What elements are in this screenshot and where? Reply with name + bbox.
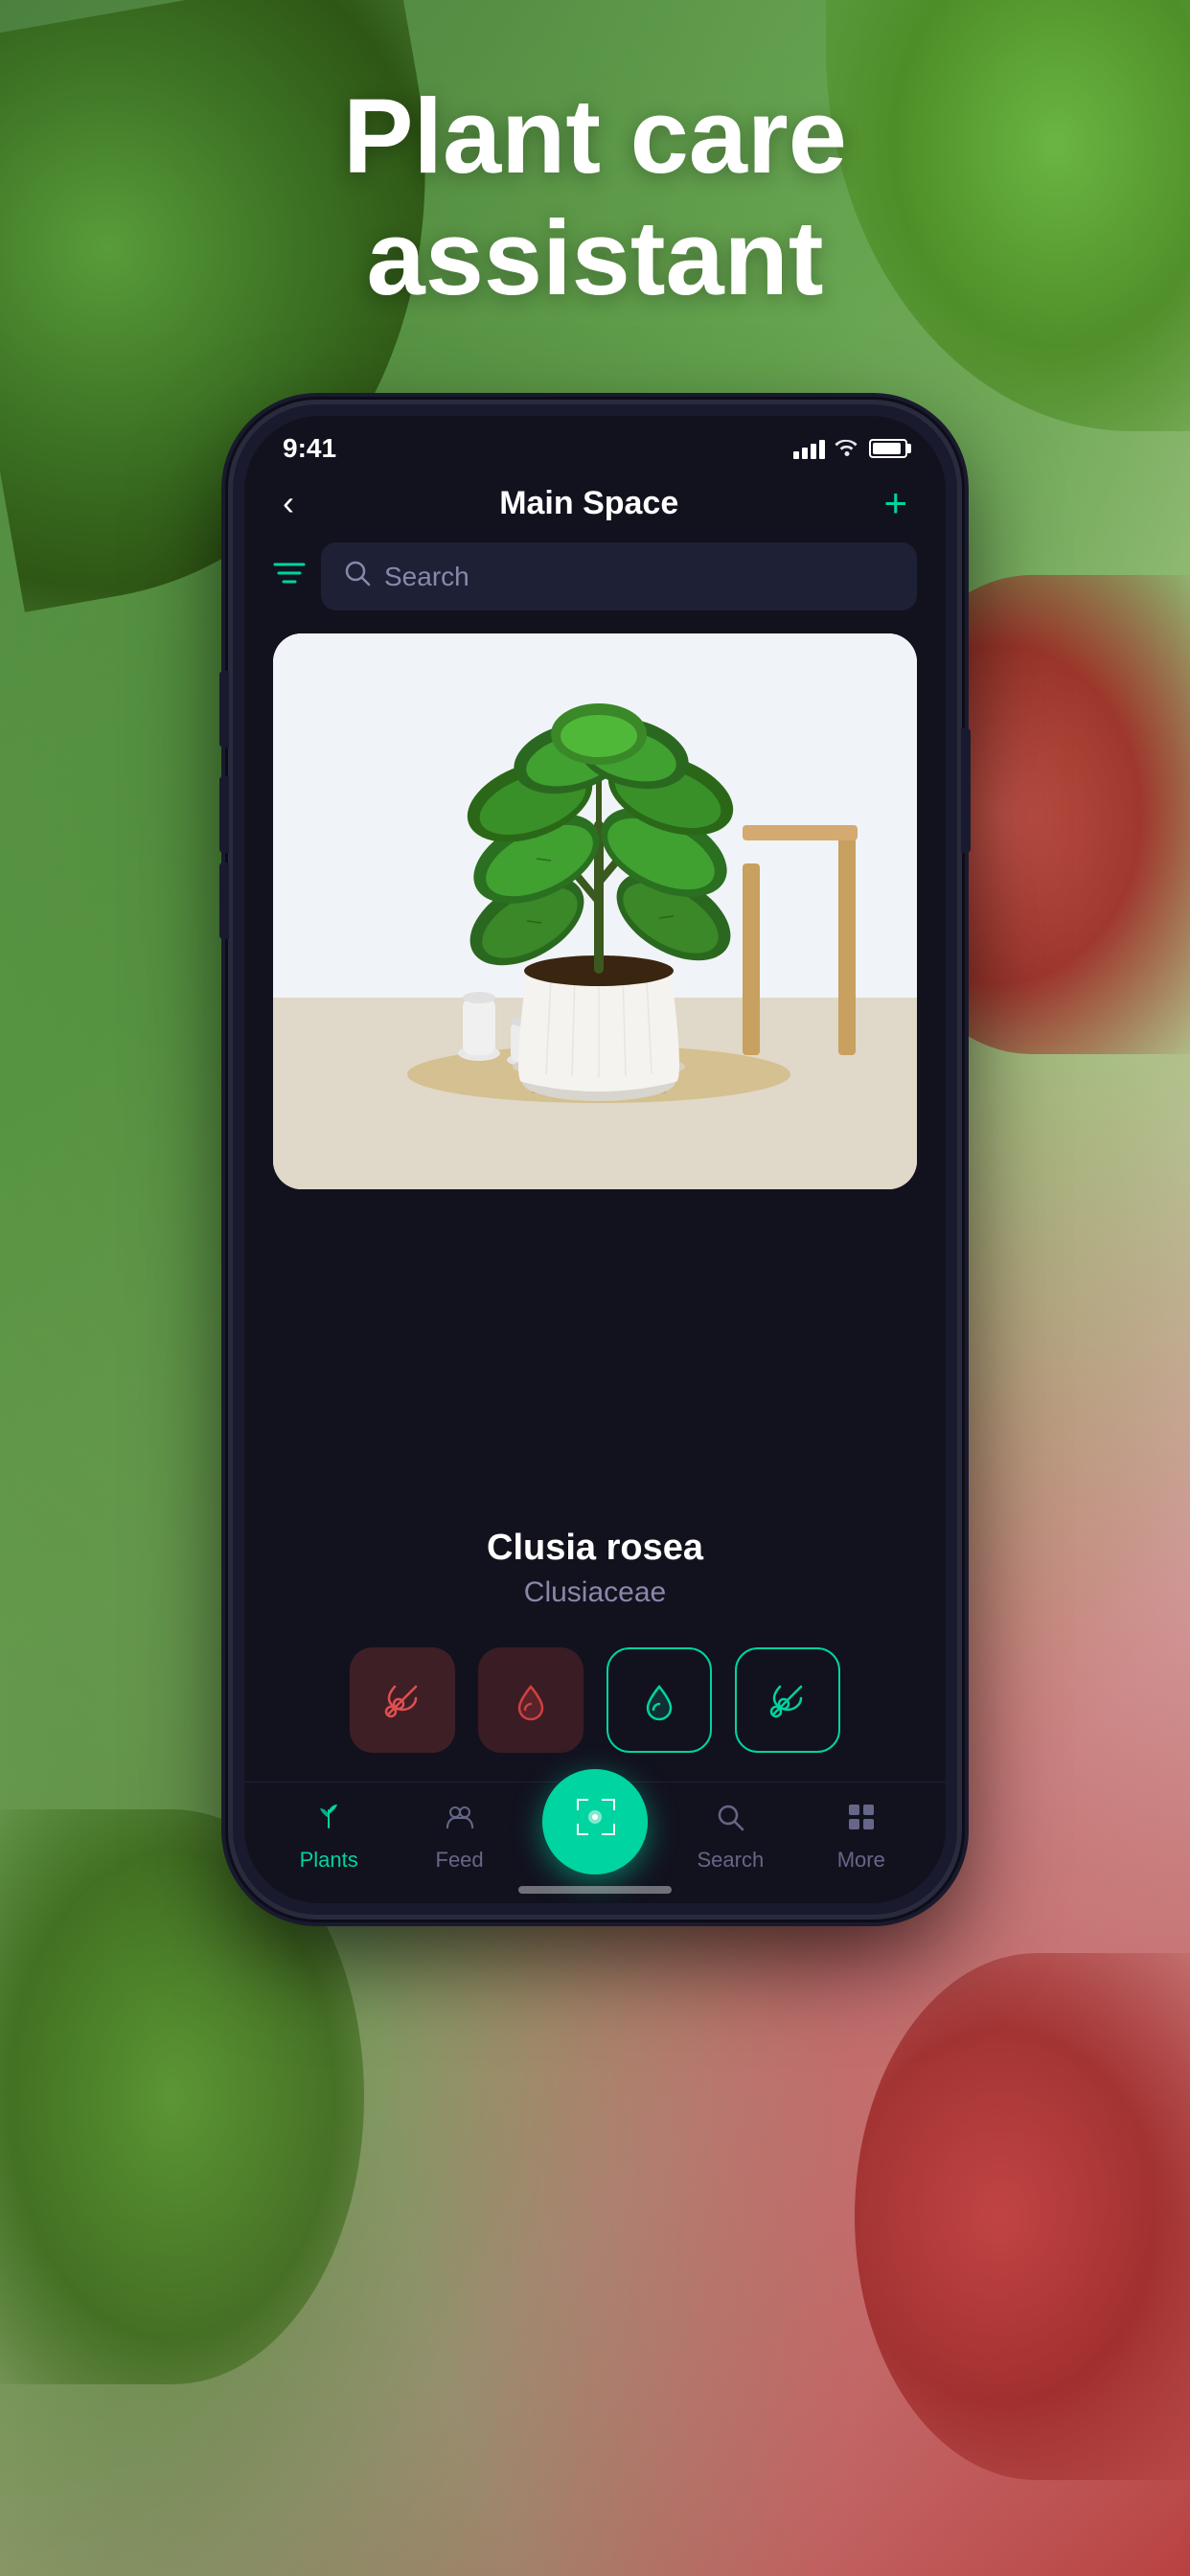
tab-feed[interactable]: Feed: [412, 1801, 508, 1873]
nav-title: Main Space: [499, 485, 678, 522]
search-bar[interactable]: Search: [321, 542, 917, 610]
search-bar-icon: [344, 560, 371, 593]
notch: [490, 416, 700, 456]
tab-plants[interactable]: Plants: [281, 1801, 377, 1873]
search-placeholder: Search: [384, 562, 469, 592]
phone-screen: 9:41: [244, 416, 946, 1903]
add-button[interactable]: +: [883, 483, 907, 523]
signal-icon: [793, 438, 825, 459]
plant-image-card[interactable]: [273, 633, 917, 1189]
back-button[interactable]: ‹: [283, 483, 294, 523]
home-indicator: [518, 1886, 672, 1894]
water-button[interactable]: [478, 1647, 584, 1753]
tab-more[interactable]: More: [813, 1801, 909, 1873]
search-container: Search: [244, 542, 946, 633]
search-tab-icon: [714, 1801, 746, 1842]
fertilize-button[interactable]: [606, 1647, 712, 1753]
tab-bar: Plants Feed: [244, 1782, 946, 1903]
plant-scene-svg: [273, 633, 917, 1189]
status-time: 9:41: [283, 433, 336, 464]
nav-header: ‹ Main Space +: [244, 473, 946, 542]
scan-icon: [571, 1793, 619, 1852]
status-icons: [793, 435, 907, 462]
prune-button[interactable]: [350, 1647, 455, 1753]
trim-button[interactable]: [735, 1647, 840, 1753]
plant-info: Clusia rosea Clusiaceae: [244, 1499, 946, 1628]
phone-frame: 9:41: [231, 402, 959, 1917]
plant-card-container: [244, 633, 946, 1499]
plant-family: Clusiaceae: [263, 1576, 927, 1609]
plant-name: Clusia rosea: [263, 1528, 927, 1569]
more-icon: [845, 1801, 878, 1842]
phone-wrapper: 9:41: [231, 402, 959, 1917]
feed-icon: [444, 1801, 476, 1842]
wifi-icon: [835, 435, 859, 462]
plants-icon: [312, 1801, 345, 1842]
battery-icon: [869, 439, 907, 458]
action-buttons: [244, 1628, 946, 1782]
tab-more-label: More: [837, 1848, 885, 1873]
tab-search[interactable]: Search: [682, 1801, 778, 1873]
tab-plants-label: Plants: [300, 1848, 358, 1873]
tab-search-label: Search: [698, 1848, 765, 1873]
hero-title: Plant care assistant: [0, 77, 1190, 319]
filter-icon[interactable]: [273, 560, 306, 594]
tab-feed-label: Feed: [436, 1848, 484, 1873]
scan-button[interactable]: [542, 1769, 648, 1874]
